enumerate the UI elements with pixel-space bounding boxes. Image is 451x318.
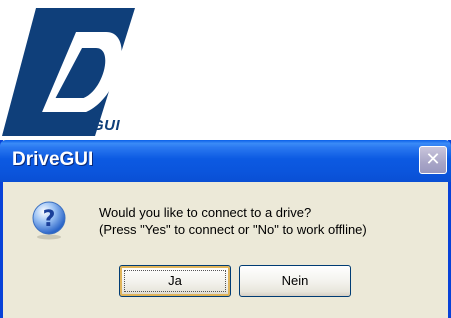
close-icon: ✕	[425, 149, 441, 170]
svg-text:?: ?	[43, 207, 56, 232]
no-button[interactable]: Nein	[239, 265, 351, 297]
close-button[interactable]: ✕	[419, 146, 447, 174]
logo-subtitle: GUI	[92, 117, 121, 134]
focus-rectangle	[124, 270, 226, 292]
no-button-label: Nein	[281, 273, 309, 288]
question-icon: ?	[32, 201, 66, 240]
yes-button[interactable]: Ja	[119, 265, 231, 297]
dialog-titlebar[interactable]: DriveGUI ✕	[0, 140, 451, 182]
message-dialog: DriveGUI ✕ ? Would you like to connect t…	[0, 140, 451, 318]
dialog-title: DriveGUI	[12, 149, 94, 170]
dialog-message-line-2: (Press "Yes" to connect or "No" to work …	[99, 222, 367, 237]
drivegui-logo: GUI	[0, 0, 140, 140]
dialog-message-line-1: Would you like to connect to a drive?	[99, 205, 312, 220]
